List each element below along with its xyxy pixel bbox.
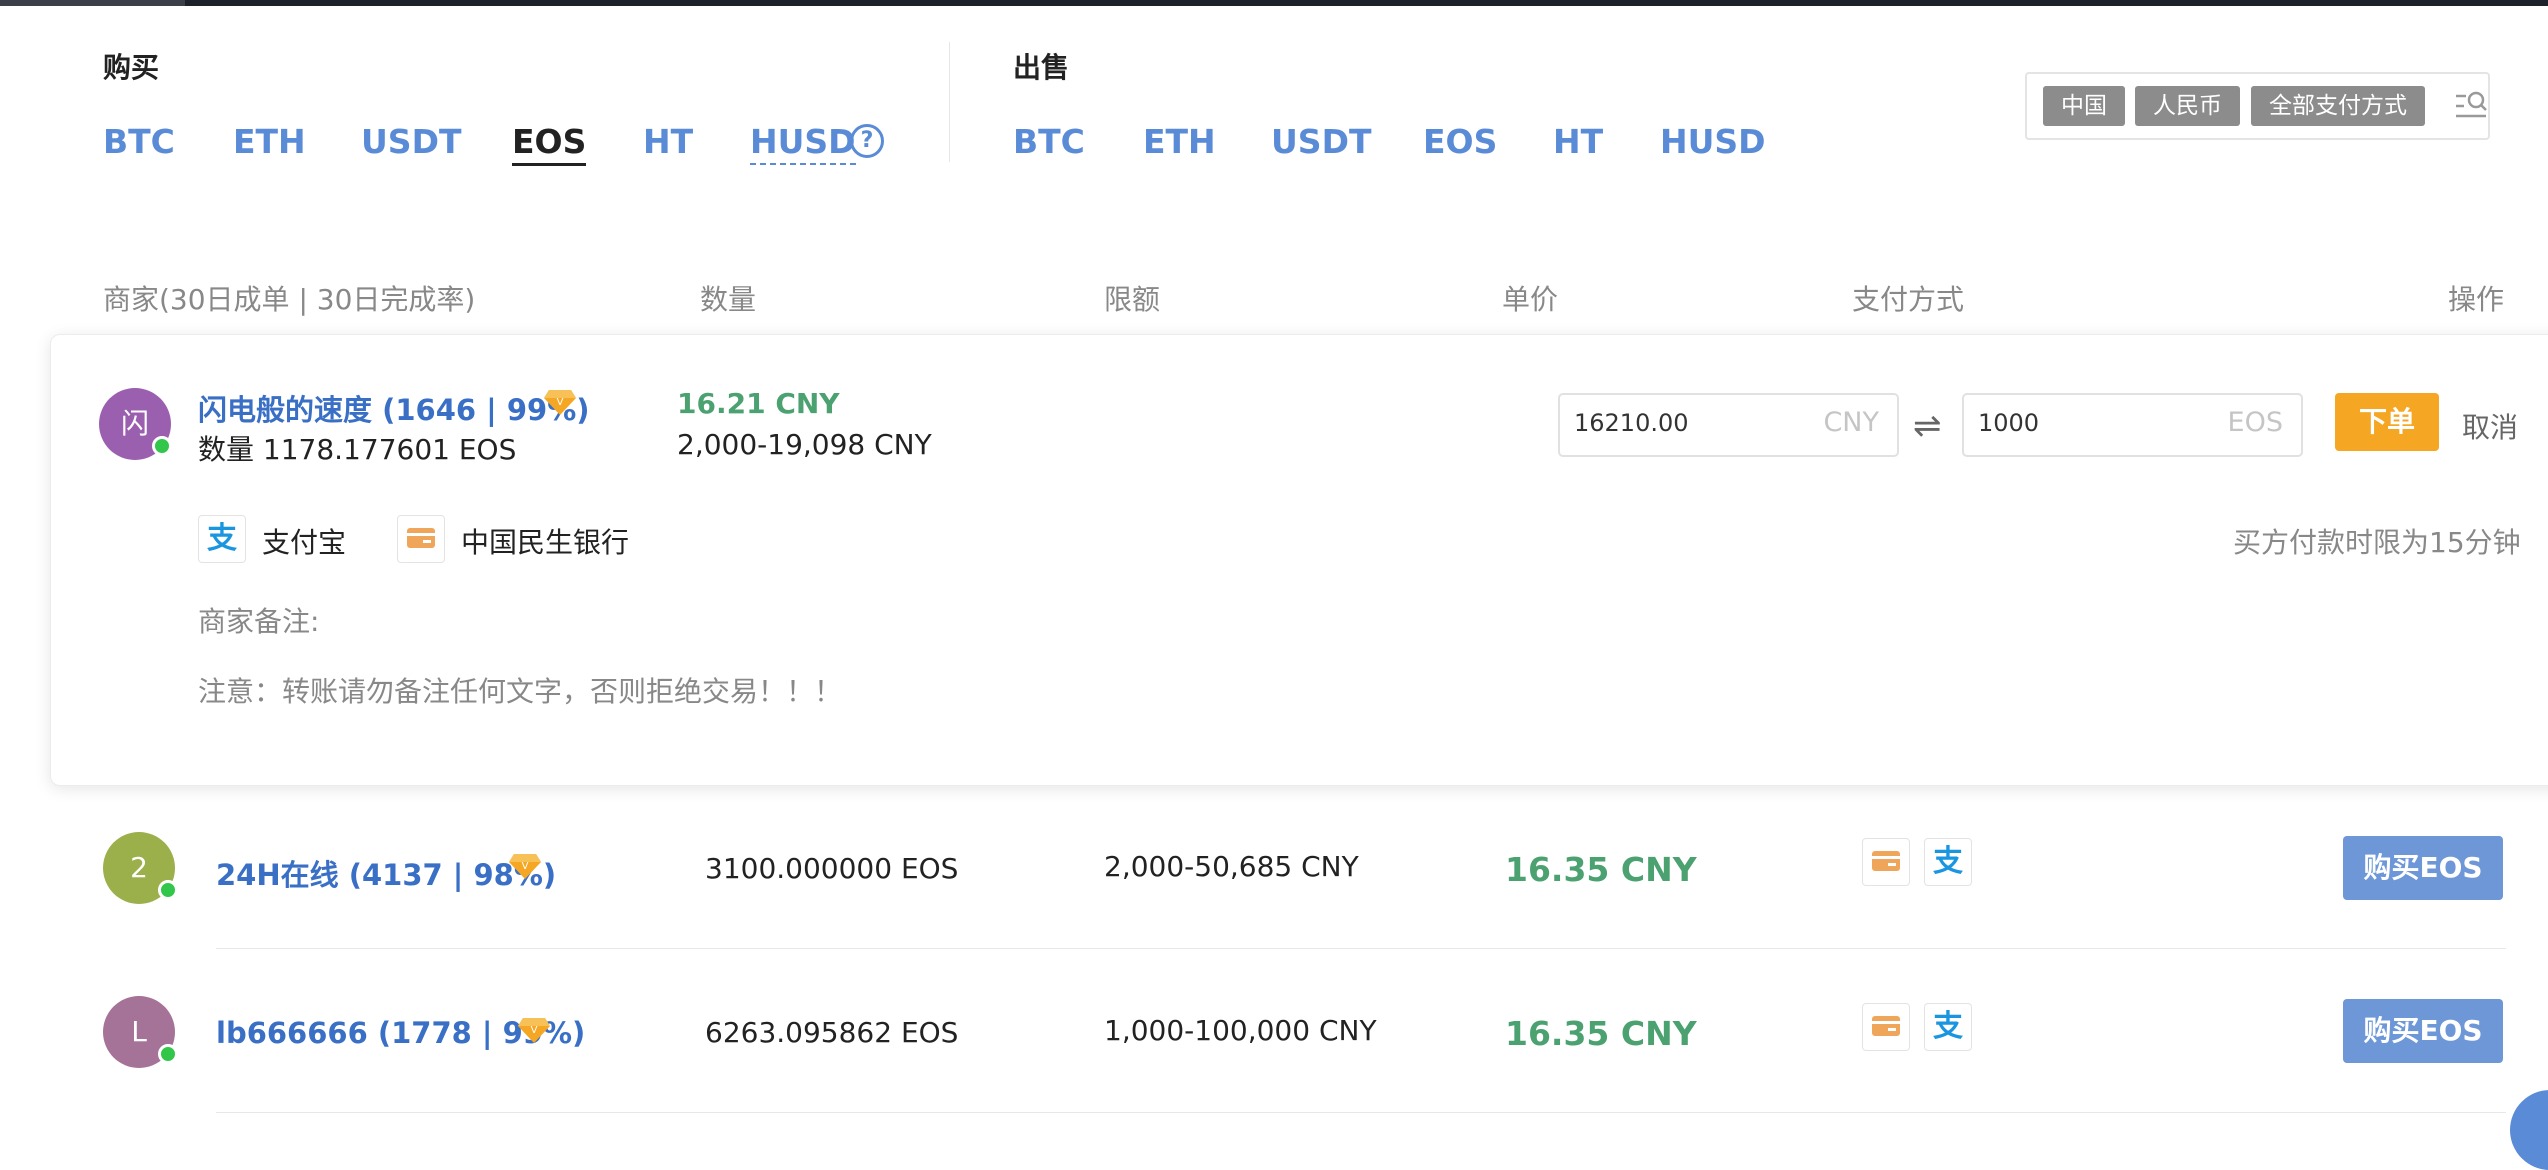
sell-section-label: 出售 xyxy=(1013,51,1070,84)
row-divider xyxy=(216,1112,2506,1113)
sell-tab-usdt[interactable]: USDT xyxy=(1271,122,1371,161)
sell-tab-eos[interactable]: EOS xyxy=(1423,122,1497,161)
remark-label: 商家备注: xyxy=(198,605,320,638)
col-action: 操作 xyxy=(2448,283,2505,316)
floating-help-button[interactable] xyxy=(2510,1090,2548,1170)
col-limit: 限额 xyxy=(1104,283,1161,316)
col-price: 单价 xyxy=(1502,283,1559,316)
remark-text: 注意：转账请勿备注任何文字，否则拒绝交易！！！ xyxy=(198,675,843,708)
cny-amount-input[interactable]: 16210.00 CNY xyxy=(1558,393,1899,457)
eos-input-value: 1000 xyxy=(1978,409,2040,437)
sell-tab-ht[interactable]: HT xyxy=(1553,122,1603,161)
bank-card-icon xyxy=(1862,838,1910,886)
row-limit: 1,000-100,000 CNY xyxy=(1104,1014,1377,1047)
buy-eos-button[interactable]: 购买EOS xyxy=(2343,836,2503,900)
buy-eos-button[interactable]: 购买EOS xyxy=(2343,999,2503,1063)
help-icon[interactable]: ? xyxy=(850,124,884,158)
row-price: 16.35 CNY xyxy=(1505,850,1697,889)
col-amount: 数量 xyxy=(700,283,757,316)
row-divider xyxy=(216,948,2506,949)
row-limit: 2,000-50,685 CNY xyxy=(1104,850,1359,883)
gem-icon: V xyxy=(518,1018,550,1043)
buy-tab-husd[interactable]: HUSD xyxy=(750,122,856,165)
online-indicator xyxy=(158,1044,178,1064)
bank-card-icon xyxy=(397,515,445,563)
expanded-limit: 2,000-19,098 CNY xyxy=(677,428,932,461)
col-merchant: 商家(30日成单 | 30日完成率) xyxy=(103,283,476,316)
buy-tab-eos[interactable]: EOS xyxy=(512,122,587,166)
eos-amount-input[interactable]: 1000 EOS xyxy=(1962,393,2303,457)
filter-currency[interactable]: 人民币 xyxy=(2135,86,2240,126)
expanded-price: 16.21 CNY xyxy=(677,387,840,420)
filter-search-icon[interactable] xyxy=(2454,88,2490,124)
swap-icon: ⇌ xyxy=(1913,406,1942,446)
filter-bar: 中国 人民币 全部支付方式 xyxy=(2025,72,2490,140)
top-bar-accent xyxy=(0,0,185,6)
place-order-button[interactable]: 下单 xyxy=(2335,393,2439,451)
gem-icon: V xyxy=(544,390,576,415)
sell-tab-btc[interactable]: BTC xyxy=(1013,122,1085,161)
eos-unit: EOS xyxy=(2227,407,2283,438)
cny-unit: CNY xyxy=(1823,407,1879,438)
filter-region[interactable]: 中国 xyxy=(2043,86,2125,126)
buy-tab-eth[interactable]: ETH xyxy=(233,122,306,161)
bank-card-icon xyxy=(1862,1003,1910,1051)
merchant-name[interactable]: 闪电般的速度 (1646 | 99%) xyxy=(198,387,590,429)
alipay-icon: 支 xyxy=(198,515,246,563)
merchant-amount: 数量 1178.177601 EOS xyxy=(198,433,517,466)
alipay-icon: 支 xyxy=(1924,1003,1972,1051)
payment-bank-label: 中国民生银行 xyxy=(461,526,630,559)
sell-tab-eth[interactable]: ETH xyxy=(1143,122,1216,161)
row-amount: 6263.095862 EOS xyxy=(705,1016,959,1049)
buy-tab-usdt[interactable]: USDT xyxy=(361,122,461,161)
buy-tab-ht[interactable]: HT xyxy=(643,122,693,161)
sell-tab-husd[interactable]: HUSD xyxy=(1660,122,1766,161)
section-divider xyxy=(949,42,950,162)
gem-icon: V xyxy=(509,854,541,879)
filter-payment[interactable]: 全部支付方式 xyxy=(2251,86,2425,126)
online-indicator xyxy=(152,436,172,456)
payment-time-limit: 买方付款时限为15分钟 xyxy=(2233,526,2521,559)
payment-alipay-label: 支付宝 xyxy=(262,526,347,559)
alipay-icon: 支 xyxy=(1924,838,1972,886)
svg-text:V: V xyxy=(557,397,564,408)
online-indicator xyxy=(158,880,178,900)
row-amount: 3100.000000 EOS xyxy=(705,852,959,885)
cny-input-value: 16210.00 xyxy=(1574,409,1689,437)
buy-section-label: 购买 xyxy=(103,51,160,84)
col-payment: 支付方式 xyxy=(1852,283,1965,316)
svg-text:V: V xyxy=(531,1025,538,1036)
svg-text:V: V xyxy=(522,861,529,872)
buy-tab-btc[interactable]: BTC xyxy=(103,122,175,161)
top-bar xyxy=(0,0,2548,6)
merchant-name[interactable]: 24H在线 (4137 | 98%) xyxy=(216,852,556,894)
cancel-button[interactable]: 取消 xyxy=(2462,406,2518,446)
row-price: 16.35 CNY xyxy=(1505,1014,1697,1053)
